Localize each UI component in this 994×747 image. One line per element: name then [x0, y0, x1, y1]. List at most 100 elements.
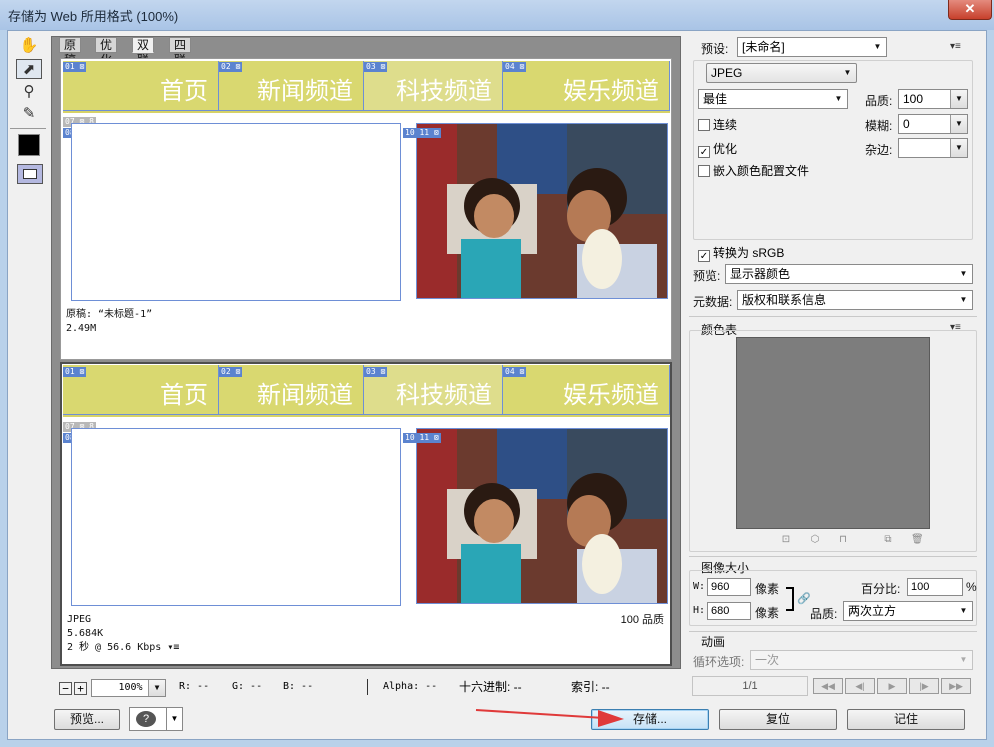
- original-preview-pane[interactable]: 首页 新闻频道 科技频道 娱乐频道 01 ⊠ 02 ⊠ 03 ⊠ 04 ⊠ 07…: [60, 58, 672, 360]
- optimized-format: JPEG: [67, 614, 92, 625]
- trash-icon[interactable]: 🗑: [911, 534, 924, 546]
- divider: [689, 556, 977, 557]
- compression-quality-select[interactable]: 最佳 ▼: [698, 89, 848, 109]
- quality-label: 品质:: [865, 94, 893, 108]
- quality-input[interactable]: 100 ▼: [898, 89, 968, 109]
- blur-label: 模糊:: [865, 119, 893, 133]
- toolbox-divider: [10, 128, 46, 129]
- metadata-label: 元数据:: [693, 295, 733, 309]
- last-frame-icon[interactable]: ▶▶: [941, 678, 971, 694]
- slice-label: 03 ⊠: [364, 62, 388, 72]
- browser-icon: ?: [136, 711, 156, 727]
- percent-label: 百分比:: [861, 582, 901, 596]
- slice-label: 10 11 ⊠: [403, 128, 441, 138]
- original-file-name: 原稿: “未标题-1”: [66, 309, 153, 320]
- index-readout: 索引: --: [571, 680, 610, 694]
- preview-select[interactable]: 显示器颜色 ▼: [725, 264, 973, 284]
- eyedropper-tool-icon[interactable]: ✎: [16, 104, 42, 124]
- new-color-icon[interactable]: ⧉: [882, 534, 894, 546]
- hex-readout: 十六进制: --: [459, 680, 522, 694]
- convert-srgb-checkbox[interactable]: ✓ 转换为 sRGB: [698, 244, 784, 262]
- height-label: H:: [693, 605, 706, 616]
- annotation-arrow: [475, 709, 624, 727]
- optimize-menu-icon[interactable]: ▾≡: [950, 41, 961, 52]
- nav-slice-home[interactable]: 首页: [63, 365, 219, 415]
- remember-button[interactable]: 记住: [847, 709, 965, 730]
- frame-counter: 1/1: [692, 676, 808, 696]
- map-color-icon[interactable]: ⊡: [780, 534, 792, 546]
- nav-slice-ent[interactable]: 娱乐频道: [503, 365, 670, 415]
- slice-label: 02 ⊠: [219, 62, 243, 72]
- next-frame-icon[interactable]: |▶: [909, 678, 939, 694]
- download-menu-icon[interactable]: ▾≡: [167, 642, 179, 653]
- prev-frame-icon[interactable]: ◀|: [845, 678, 875, 694]
- zoom-out-button[interactable]: −: [59, 682, 72, 695]
- zoom-in-button[interactable]: +: [74, 682, 87, 695]
- tab-2up[interactable]: 双联: [132, 37, 155, 67]
- slice-select-tool-icon[interactable]: ⬈: [16, 59, 42, 79]
- close-button[interactable]: ✕: [948, 0, 992, 20]
- preset-select[interactable]: [未命名] ▼: [737, 37, 887, 57]
- metadata-select[interactable]: 版权和联系信息 ▼: [737, 290, 973, 310]
- zoom-select[interactable]: 100% ▼: [91, 679, 166, 697]
- resample-label: 品质:: [810, 607, 838, 621]
- toggle-slices-visibility-icon[interactable]: [17, 164, 43, 184]
- tab-4up[interactable]: 四联: [169, 37, 192, 67]
- matte-select[interactable]: ▼: [898, 138, 968, 158]
- status-divider: [367, 679, 368, 695]
- window-title: 存储为 Web 所用格式 (100%): [8, 9, 179, 24]
- browser-preview-menu[interactable]: ? ▼: [129, 707, 183, 731]
- slice-label: 01 ⊠: [63, 62, 87, 72]
- chevron-down-icon[interactable]: ▼: [166, 708, 182, 730]
- color-table: [736, 337, 930, 529]
- width-label: W:: [693, 581, 706, 592]
- height-unit: 像素: [755, 606, 780, 620]
- reset-button[interactable]: 复位: [719, 709, 837, 730]
- optimized-preview-pane[interactable]: 首页 新闻频道 科技频道 娱乐频道 01 ⊠ 02 ⊠ 03 ⊠ 04 ⊠ 07…: [60, 362, 672, 666]
- tab-optimized[interactable]: 优化: [95, 37, 118, 67]
- blank-slice-area: [71, 428, 401, 606]
- divider: [689, 631, 977, 632]
- preset-label: 预设:: [701, 42, 729, 56]
- tab-original[interactable]: 原稿: [59, 37, 82, 67]
- blur-input[interactable]: 0 ▼: [898, 114, 968, 134]
- optimized-file-size: 5.684K: [67, 628, 104, 639]
- blank-slice-area: [71, 123, 401, 301]
- original-file-size: 2.49M: [66, 323, 97, 334]
- height-input[interactable]: 680: [707, 602, 751, 620]
- eyedropper-color-swatch[interactable]: [18, 134, 40, 156]
- web-snap-icon[interactable]: ⬡: [809, 534, 821, 546]
- format-select[interactable]: JPEG ▼: [706, 63, 857, 83]
- optimized-checkbox[interactable]: ✓ 优化: [698, 140, 737, 158]
- progressive-checkbox[interactable]: 连续: [698, 116, 737, 133]
- download-time: 2 秒 @ 56.6 Kbps ▾≡: [67, 642, 180, 653]
- nav-slice-home[interactable]: 首页: [63, 61, 219, 111]
- link-icon[interactable]: 🔗: [797, 592, 811, 605]
- preview-button[interactable]: 预览...: [54, 709, 120, 730]
- nav-slice-ent[interactable]: 娱乐频道: [503, 61, 670, 111]
- slice-label: 03 ⊠: [364, 367, 388, 377]
- children-photo: [416, 428, 668, 604]
- lock-color-icon[interactable]: ⊓: [837, 534, 849, 546]
- resample-select[interactable]: 两次立方 ▼: [843, 601, 973, 621]
- slice-label: 04 ⊠: [503, 62, 527, 72]
- animation-label: 动画: [701, 635, 726, 649]
- children-photo: [416, 123, 668, 299]
- width-input[interactable]: 960: [707, 578, 751, 596]
- slice-label: 10 11 ⊠: [403, 433, 441, 443]
- percent-unit: %: [966, 580, 977, 594]
- embed-profile-checkbox[interactable]: 嵌入颜色配置文件: [698, 162, 809, 179]
- slice-label: 04 ⊠: [503, 367, 527, 377]
- loop-label: 循环选项:: [693, 655, 745, 669]
- zoom-tool-icon[interactable]: ⚲: [16, 82, 42, 102]
- slice-label: 02 ⊠: [219, 367, 243, 377]
- preview-label: 预览:: [693, 269, 721, 283]
- first-frame-icon[interactable]: ◀◀: [813, 678, 843, 694]
- loop-select[interactable]: 一次 ▼: [750, 650, 973, 670]
- optimized-quality: 100 品质: [620, 614, 664, 626]
- toolbox: ✋ ⬈ ⚲ ✎: [10, 34, 50, 196]
- hand-tool-icon[interactable]: ✋: [16, 36, 42, 56]
- play-icon[interactable]: ▶: [877, 678, 907, 694]
- divider: [689, 316, 977, 317]
- percent-input[interactable]: 100: [907, 578, 963, 596]
